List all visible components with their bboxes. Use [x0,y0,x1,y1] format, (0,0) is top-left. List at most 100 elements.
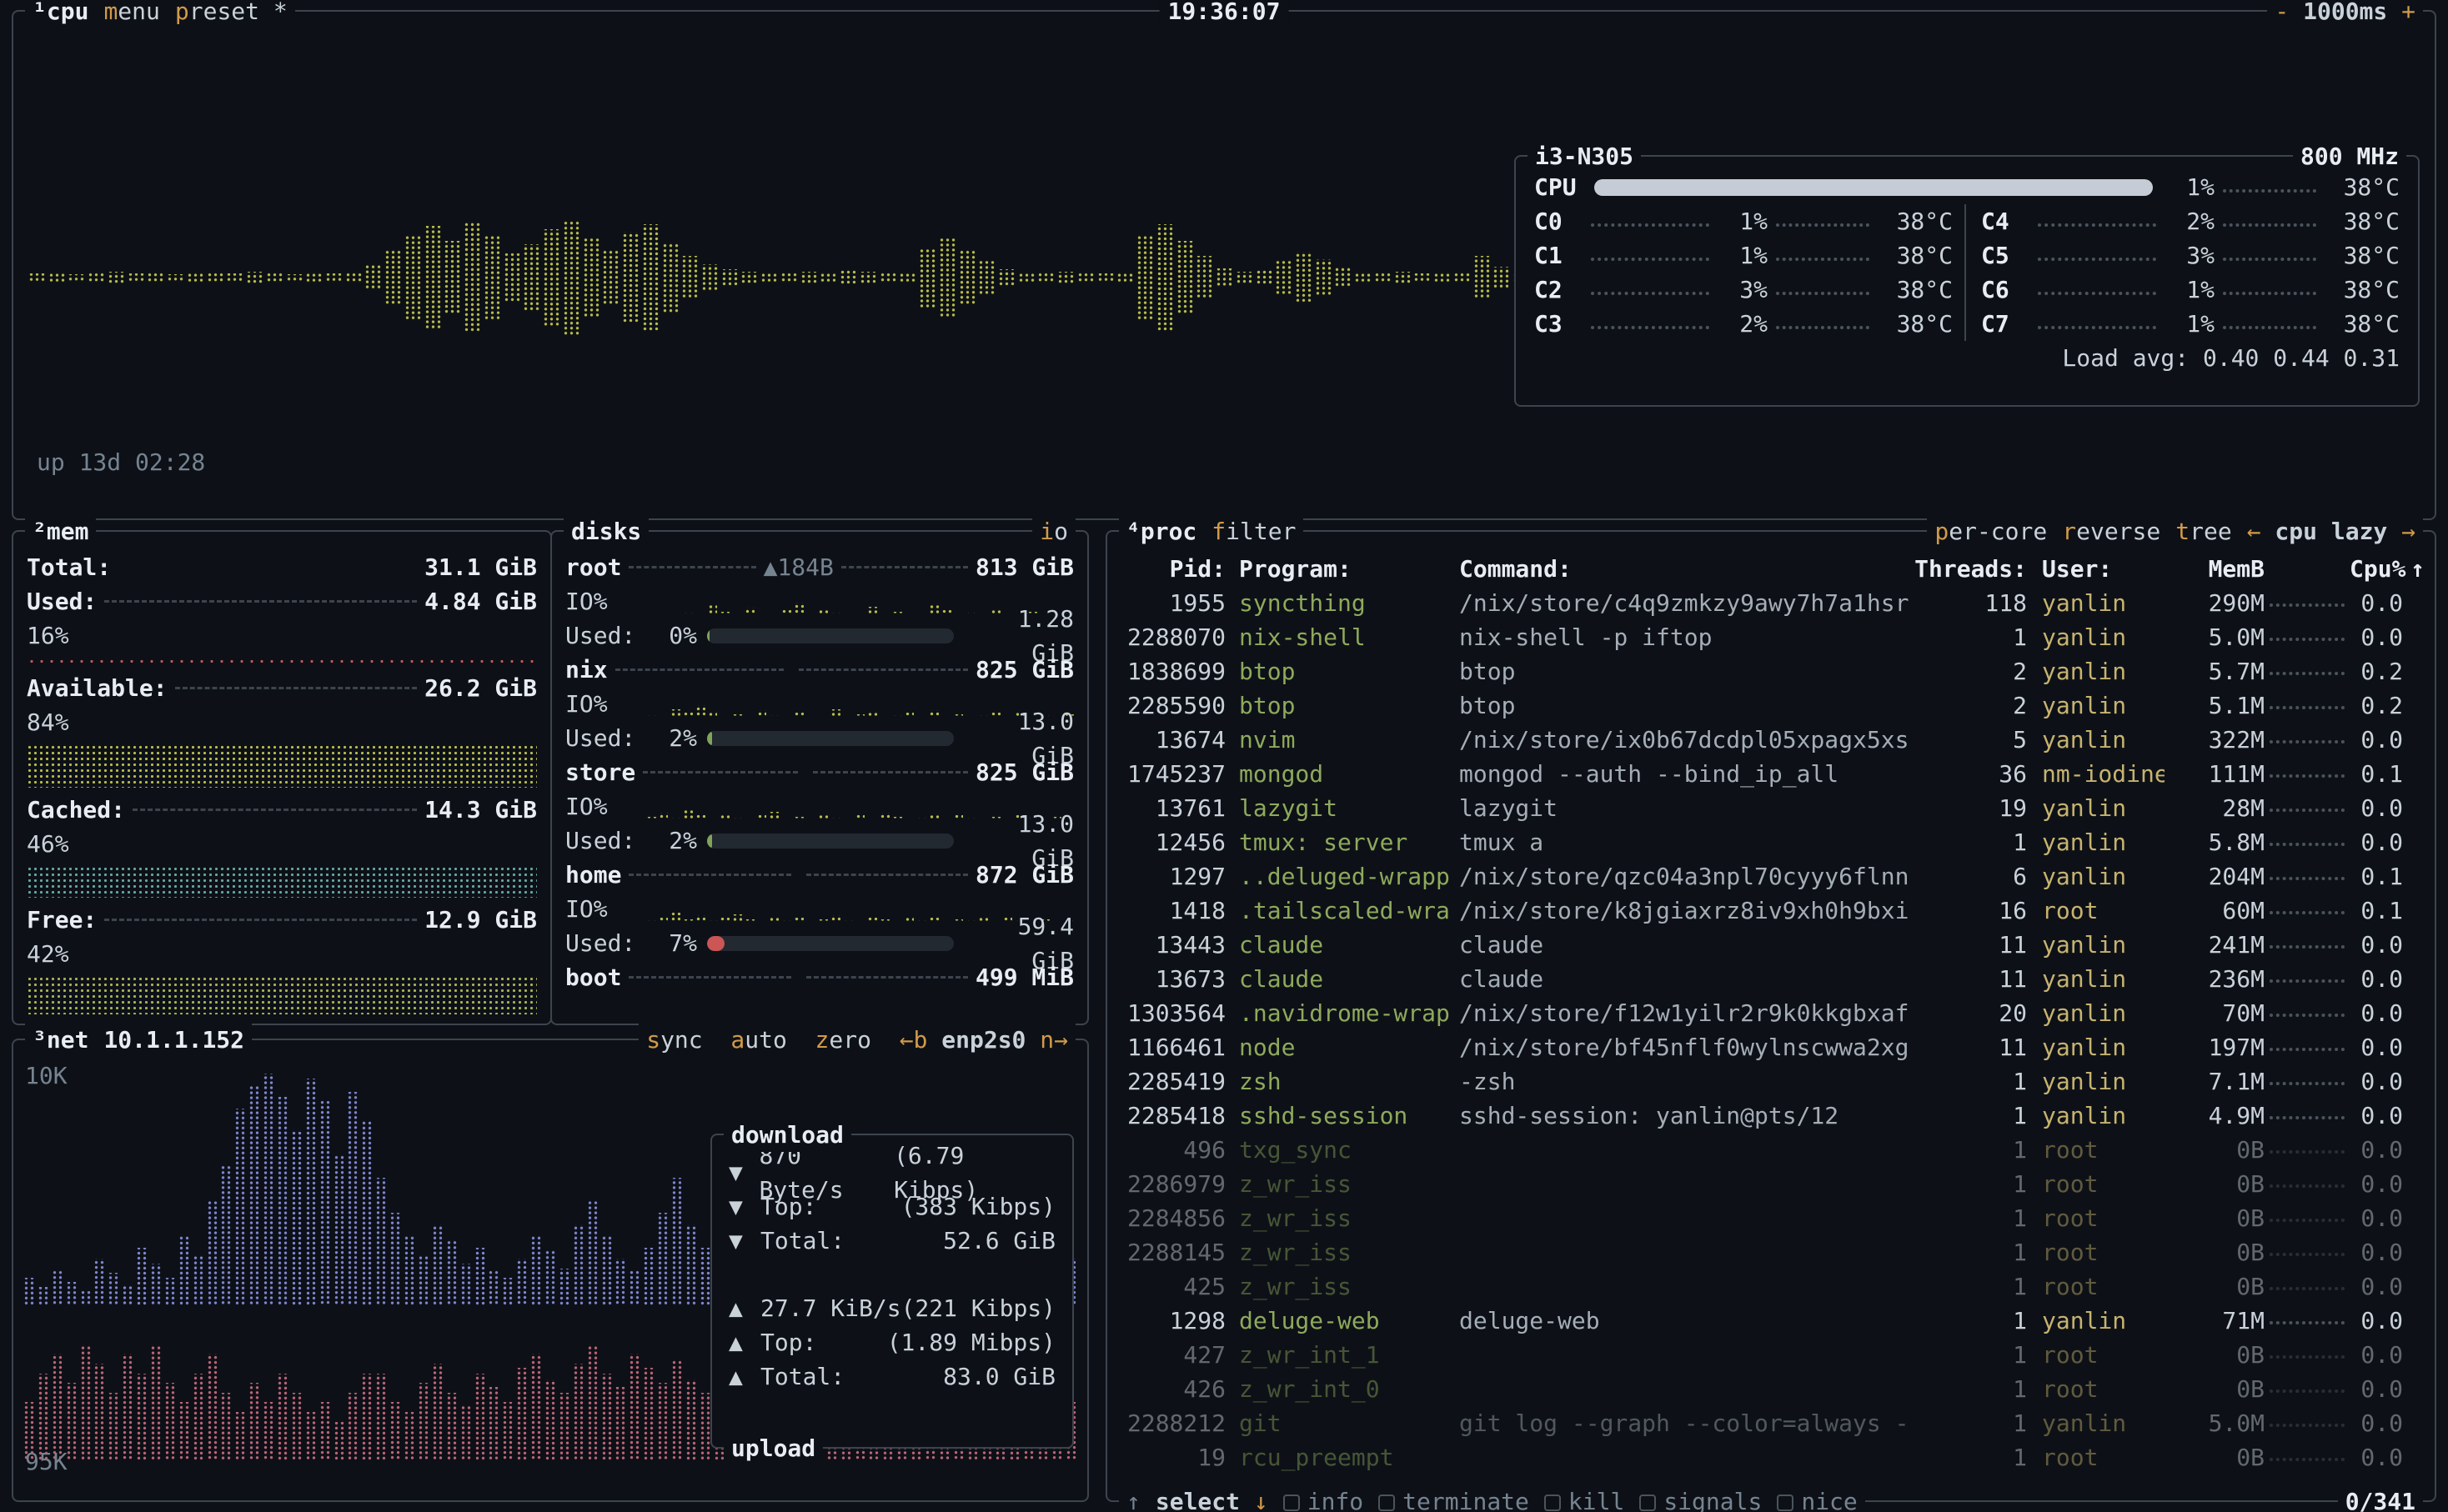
scroll-up-icon[interactable]: ↑ [1119,1484,1148,1512]
process-row[interactable]: 2285418 sshd-session sshd-session: yanli… [1107,1099,2435,1133]
process-row[interactable]: 1955 syncthing /nix/store/c4q9zmkzy9awy7… [1107,586,2435,620]
mem-available-row: Available: 26.2 GiB [27,671,537,705]
process-row[interactable]: 427 z_wr_int_1 1 root 0B 0.0 [1107,1338,2435,1372]
proc-action-button[interactable]: kill [1537,1484,1632,1512]
tree-toggle[interactable]: tree [2168,514,2239,548]
net-ip-address: 10.1.1.152 [96,1023,252,1057]
process-pid: 1418 [1117,894,1226,928]
temp-meter-dots [1776,223,1869,227]
col-user[interactable]: User: [2027,552,2165,586]
process-pid: 1297 [1117,859,1226,894]
process-user: yanlin [2027,962,2165,996]
process-program: .tailscaled-wra [1226,894,1459,928]
temp-meter-dots [2223,326,2316,329]
stat-label: Total: [760,1224,845,1258]
col-cpu[interactable]: Cpu% [2350,552,2403,586]
process-row[interactable]: 12456 tmux: server tmux a 1 yanlin 5.8M … [1107,825,2435,859]
process-threads: 1 [1910,1133,2027,1167]
proc-titlebar: ⁴proc filter per-core reverse tree ← cpu… [1119,514,2423,548]
col-mem[interactable]: MemB [2165,552,2265,586]
filter-button[interactable]: filter [1204,514,1303,548]
sort-prev-button[interactable]: ← [2247,518,2261,545]
key-icon [1378,1494,1395,1511]
process-row[interactable]: 1297 ..deluged-wrapp /nix/store/qzc04a3n… [1107,859,2435,894]
proc-action-button[interactable]: nice [1769,1484,1864,1512]
process-row[interactable]: 426 z_wr_int_0 1 root 0B 0.0 [1107,1372,2435,1406]
preset-button[interactable]: preset * [168,0,295,28]
process-row[interactable]: 425 z_wr_iss 1 root 0B 0.0 [1107,1269,2435,1304]
interval-increase-button[interactable]: + [2401,0,2415,25]
col-command[interactable]: Command: [1459,552,1910,586]
process-row[interactable]: 13673 claude claude 11 yanlin 236M 0.0 [1107,962,2435,996]
process-pid: 2288212 [1117,1406,1226,1440]
core-row: C0 1% 38°C C4 2% 38°C [1534,204,2400,238]
process-mem-graph-dots [2270,1424,2345,1427]
process-row[interactable]: 2284856 z_wr_iss 1 root 0B 0.0 [1107,1201,2435,1235]
disks-titlebar: disks io [564,514,1076,548]
process-row[interactable]: 1166461 node /nix/store/bf45nflf0wylnscw… [1107,1030,2435,1064]
process-row[interactable]: 13443 claude claude 11 yanlin 241M 0.0 [1107,928,2435,962]
proc-bottombar: ↑ select ↓ infoterminatekillsignalsnice … [1119,1484,2423,1512]
process-row[interactable]: 1298 deluge-web deluge-web 1 yanlin 71M … [1107,1304,2435,1338]
process-pid: 2285418 [1117,1099,1226,1133]
per-core-toggle[interactable]: per-core [1927,514,2054,548]
upload-arrow-icon: ▲ [729,1291,760,1325]
net-zero-toggle[interactable]: zero [815,1023,871,1057]
col-threads[interactable]: Threads: [1910,552,2027,586]
process-threads: 1 [1910,1201,2027,1235]
process-row[interactable]: 2285419 zsh -zsh 1 yanlin 7.1M 0.0 [1107,1064,2435,1099]
net-sync-toggle[interactable]: sync [646,1023,702,1057]
process-row[interactable]: 2285590 btop btop 2 yanlin 5.1M 0.2 [1107,688,2435,723]
process-row[interactable]: 13761 lazygit lazygit 19 yanlin 28M 0.0 [1107,791,2435,825]
process-row[interactable]: 1418 .tailscaled-wra /nix/store/k8jgiaxr… [1107,894,2435,928]
select-control[interactable]: select ↓ [1148,1484,1276,1512]
process-row[interactable]: 1745237 mongod mongod --auth --bind_ip_a… [1107,757,2435,791]
mem-panel-toggle[interactable]: ²mem [25,514,96,548]
process-row[interactable]: 2288070 nix-shell nix-shell -p iftop 1 y… [1107,620,2435,654]
reverse-toggle[interactable]: reverse [2054,514,2168,548]
process-row[interactable]: 19 rcu_preempt 1 root 0B 0.0 [1107,1440,2435,1474]
proc-action-button[interactable]: signals [1632,1484,1769,1512]
col-pid[interactable]: Pid: [1117,552,1226,586]
sort-next-button[interactable]: → [2401,518,2415,545]
proc-action-button[interactable]: terminate [1371,1484,1537,1512]
process-row[interactable]: 2288145 z_wr_iss 1 root 0B 0.0 [1107,1235,2435,1269]
process-program: .navidrome-wrap [1226,996,1459,1030]
net-panel-toggle[interactable]: ³net [25,1023,96,1057]
process-row[interactable]: 13674 nvim /nix/store/ix0b67dcdpl05xpagx… [1107,723,2435,757]
process-user: yanlin [2027,586,2165,620]
process-row[interactable]: 1303564 .navidrome-wrap /nix/store/f12w1… [1107,996,2435,1030]
process-row[interactable]: 2286979 z_wr_iss 1 root 0B 0.0 [1107,1167,2435,1201]
menu-button[interactable]: menu [96,0,167,28]
process-mem-graph-dots [2270,1458,2345,1461]
net-prev-interface-button[interactable]: ←b [900,1026,928,1054]
io-mode-toggle[interactable]: io [1032,514,1076,548]
disk-used-meter-fill [707,834,712,849]
process-row[interactable]: 496 txg_sync 1 root 0B 0.0 [1107,1133,2435,1167]
core-row: C1 1% 38°C C5 3% 38°C [1534,238,2400,273]
proc-panel-toggle[interactable]: ⁴proc [1119,514,1204,548]
disk-io-activity: ▲184B [764,550,834,584]
clock: 19:36:07 [1160,0,1289,28]
proc-panel-number: ⁴ [1126,518,1141,545]
mem-free-value: 12.9 GiB [424,903,537,937]
net-next-interface-button[interactable]: n→ [1040,1026,1068,1054]
process-pid: 1303564 [1117,996,1226,1030]
col-program[interactable]: Program: [1226,552,1459,586]
net-interface-name: enp2s0 [941,1026,1026,1054]
process-row[interactable]: 2288212 git git log --graph --color=alwa… [1107,1406,2435,1440]
process-pid: 427 [1117,1338,1226,1372]
process-mem-graph-dots [2270,774,2345,778]
cpu-panel-toggle[interactable]: ¹cpu [25,0,96,28]
process-row[interactable]: 1838699 btop btop 2 yanlin 5.7M 0.2 [1107,654,2435,688]
interval-decrease-button[interactable]: - [2275,0,2289,25]
proc-action-button[interactable]: info [1276,1484,1371,1512]
net-auto-toggle[interactable]: auto [730,1023,786,1057]
process-pid: 1166461 [1117,1030,1226,1064]
divider-dashes [175,687,418,689]
process-user: yanlin [2027,654,2165,688]
process-program: ..deluged-wrapp [1226,859,1459,894]
disks-panel-title: disks [564,514,649,548]
divider-dashes [806,976,968,979]
process-cpu: 0.0 [2350,723,2403,757]
